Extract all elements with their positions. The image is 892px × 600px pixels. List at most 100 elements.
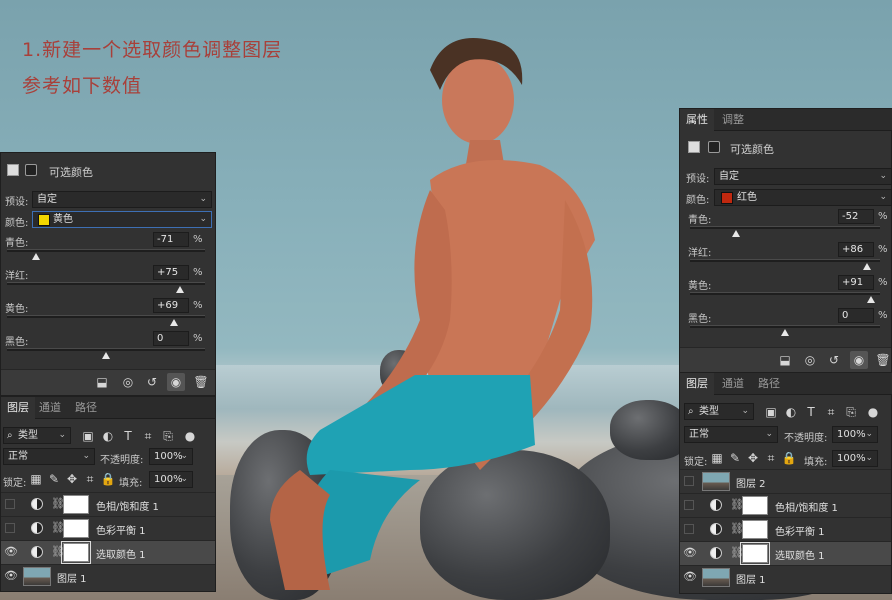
layer-thumbnail[interactable] xyxy=(702,568,730,587)
adjustment-filter-icon[interactable]: ◐ xyxy=(99,427,117,445)
slider-track[interactable] xyxy=(690,259,880,262)
reset-icon[interactable]: ↺ xyxy=(825,351,843,369)
lock-all-icon[interactable]: 🔒 xyxy=(780,449,798,467)
lock-all-icon[interactable]: 🔒 xyxy=(99,470,117,488)
eye-icon[interactable]: ◉ xyxy=(850,351,868,369)
trash-icon[interactable]: 🗑 xyxy=(192,373,210,391)
colors-select[interactable]: 红色 ⌄ xyxy=(714,189,892,206)
visibility-toggle[interactable] xyxy=(684,524,694,534)
shape-filter-icon[interactable]: ⌗ xyxy=(822,403,840,421)
slider-value-input[interactable]: +69 xyxy=(153,298,189,313)
reset-icon[interactable]: ↺ xyxy=(143,373,161,391)
smart-object-filter-icon[interactable]: ⎘ xyxy=(159,427,177,445)
slider-value-input[interactable]: +86 xyxy=(838,242,874,257)
fill-input[interactable]: 100% ⌄ xyxy=(149,471,193,488)
colors-select[interactable]: 黄色 ⌄ xyxy=(32,211,212,228)
eye-icon[interactable]: 👁 xyxy=(683,571,697,583)
lock-artboard-icon[interactable]: ⌗ xyxy=(81,470,99,488)
lock-brush-icon[interactable]: ✎ xyxy=(726,449,744,467)
slider-handle[interactable] xyxy=(31,253,40,260)
layer-thumbnail[interactable] xyxy=(23,567,51,586)
clip-to-layer-icon[interactable]: ⬓ xyxy=(93,373,111,391)
tab-paths[interactable]: 路径 xyxy=(752,373,786,395)
preset-select[interactable]: 自定 ⌄ xyxy=(32,191,212,208)
lock-position-icon[interactable]: ✥ xyxy=(744,449,762,467)
layer-mask-thumbnail[interactable] xyxy=(742,496,768,515)
slider-value-input[interactable]: +91 xyxy=(838,275,874,290)
slider-track[interactable] xyxy=(690,325,880,328)
slider-value-input[interactable]: -52 xyxy=(838,209,874,224)
slider-handle[interactable] xyxy=(102,352,110,359)
eye-icon[interactable]: 👁 xyxy=(683,547,697,559)
eye-icon[interactable]: ◉ xyxy=(167,373,185,391)
eye-icon[interactable]: 👁 xyxy=(4,546,18,558)
slider-value-input[interactable]: +75 xyxy=(153,265,189,280)
tab-adjustments[interactable]: 调整 xyxy=(716,109,750,131)
lock-transparent-icon[interactable]: ▦ xyxy=(708,449,726,467)
tab-channels[interactable]: 通道 xyxy=(716,373,750,395)
fill-input[interactable]: 100% ⌄ xyxy=(832,450,878,467)
slider-track[interactable] xyxy=(7,282,205,285)
tab-properties[interactable]: 属性 xyxy=(680,109,714,131)
preset-select[interactable]: 自定 ⌄ xyxy=(714,168,892,185)
slider-value-input[interactable]: 0 xyxy=(153,331,189,346)
lock-transparent-icon[interactable]: ▦ xyxy=(27,470,45,488)
layer-row[interactable]: ⛓ 色相/饱和度 1 xyxy=(1,492,215,516)
opacity-input[interactable]: 100% ⌄ xyxy=(832,426,878,443)
layer-mask-thumbnail[interactable] xyxy=(63,519,89,538)
mask-icon[interactable] xyxy=(708,141,720,153)
layer-mask-thumbnail[interactable] xyxy=(742,520,768,539)
lock-brush-icon[interactable]: ✎ xyxy=(45,470,63,488)
layer-filter-select[interactable]: ⌕ 类型 ⌄ xyxy=(684,403,754,420)
visibility-toggle[interactable] xyxy=(5,523,15,533)
slider-handle[interactable] xyxy=(731,230,740,237)
filter-toggle-icon[interactable]: ● xyxy=(864,403,882,421)
layer-row[interactable]: 👁 ⛓ 选取颜色 1 xyxy=(680,541,891,565)
type-filter-icon[interactable]: T xyxy=(802,403,820,421)
tab-layers[interactable]: 图层 xyxy=(680,373,714,395)
image-filter-icon[interactable]: ▣ xyxy=(79,427,97,445)
view-previous-icon[interactable]: ◎ xyxy=(119,373,137,391)
blend-mode-select[interactable]: 正常 ⌄ xyxy=(684,426,778,443)
mask-icon[interactable] xyxy=(25,164,37,176)
layer-row[interactable]: ⛓ 色彩平衡 1 xyxy=(1,516,215,540)
layer-row[interactable]: ⛓ 色彩平衡 1 xyxy=(680,517,891,541)
visibility-toggle[interactable] xyxy=(5,499,15,509)
slider-value-input[interactable]: -71 xyxy=(153,232,189,247)
lock-position-icon[interactable]: ✥ xyxy=(63,470,81,488)
visibility-toggle[interactable] xyxy=(684,476,694,486)
slider-track[interactable] xyxy=(690,226,880,229)
layer-row[interactable]: 👁 ⛓ 选取颜色 1 xyxy=(1,540,215,564)
visibility-toggle[interactable] xyxy=(684,500,694,510)
smart-object-filter-icon[interactable]: ⎘ xyxy=(842,403,860,421)
clip-to-layer-icon[interactable]: ⬓ xyxy=(776,351,794,369)
layer-mask-thumbnail[interactable] xyxy=(740,542,770,565)
trash-icon[interactable]: 🗑 xyxy=(874,351,892,369)
slider-value-input[interactable]: 0 xyxy=(838,308,874,323)
slider-handle[interactable] xyxy=(862,263,871,270)
slider-handle[interactable] xyxy=(781,329,789,336)
opacity-input[interactable]: 100% ⌄ xyxy=(149,448,193,465)
slider-track[interactable] xyxy=(690,292,880,295)
layer-mask-thumbnail[interactable] xyxy=(63,495,89,514)
blend-mode-select[interactable]: 正常 ⌄ xyxy=(3,448,95,465)
filter-toggle-icon[interactable]: ● xyxy=(181,427,199,445)
tab-layers[interactable]: 图层 xyxy=(1,397,35,419)
layer-row[interactable]: 👁 图层 1 xyxy=(680,565,891,589)
eye-icon[interactable]: 👁 xyxy=(4,570,18,582)
type-filter-icon[interactable]: T xyxy=(119,427,137,445)
layer-filter-select[interactable]: ⌕ 类型 ⌄ xyxy=(3,427,71,444)
slider-handle[interactable] xyxy=(867,296,876,303)
lock-artboard-icon[interactable]: ⌗ xyxy=(762,449,780,467)
layer-row[interactable]: 图层 2 xyxy=(680,469,891,493)
adjustment-icon[interactable] xyxy=(688,141,700,153)
layer-thumbnail[interactable] xyxy=(702,472,730,491)
slider-handle[interactable] xyxy=(170,319,179,326)
layer-row[interactable]: ⛓ 色相/饱和度 1 xyxy=(680,493,891,517)
adjustment-filter-icon[interactable]: ◐ xyxy=(782,403,800,421)
view-previous-icon[interactable]: ◎ xyxy=(801,351,819,369)
layer-mask-thumbnail[interactable] xyxy=(61,541,91,564)
shape-filter-icon[interactable]: ⌗ xyxy=(139,427,157,445)
slider-track[interactable] xyxy=(7,348,205,351)
slider-track[interactable] xyxy=(7,315,205,318)
